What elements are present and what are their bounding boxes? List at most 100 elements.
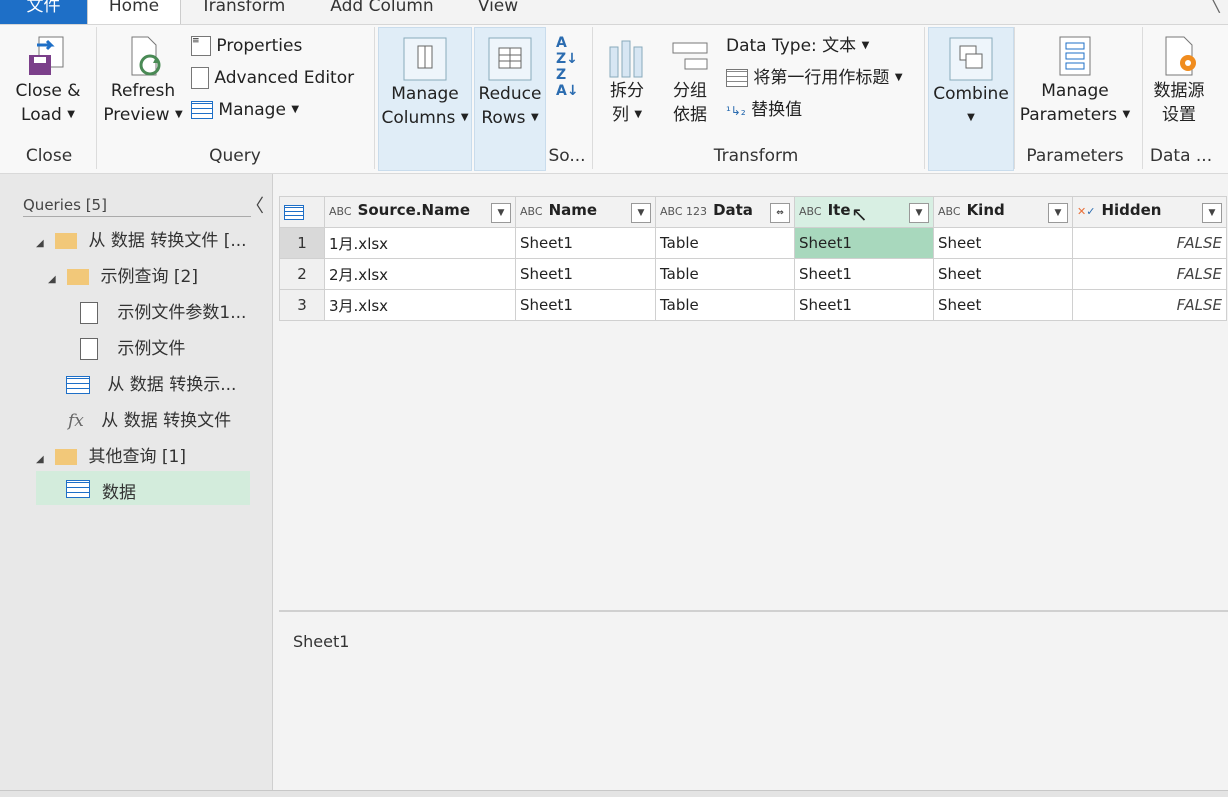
reduce-rows-button[interactable]: Reduce Rows ▼ bbox=[474, 27, 546, 171]
use-first-row-headers-label: 将第一行用作标题 bbox=[753, 68, 890, 88]
combine-button[interactable]: Combine ▼ bbox=[928, 27, 1014, 171]
table-cell[interactable]: Sheet1 bbox=[794, 258, 934, 290]
query-sample-file-parameter[interactable]: 示例文件参数1... bbox=[80, 298, 246, 324]
sort-descending-icon[interactable]: Z A↓ bbox=[556, 67, 579, 99]
query-folder-transform-file[interactable]: ◢ 从 数据 转换文件 [... bbox=[36, 226, 247, 251]
chevron-down-icon: ▼ bbox=[1122, 109, 1131, 120]
filter-dropdown-icon[interactable]: ▼ bbox=[1048, 203, 1068, 223]
table-cell[interactable]: 3月.xlsx bbox=[324, 289, 516, 321]
properties-button[interactable]: ≡ Properties bbox=[191, 35, 302, 57]
data-type-dropdown[interactable]: Data Type: 文本 ▼ bbox=[726, 35, 869, 57]
query-label: 其他查询 [1] bbox=[88, 447, 186, 467]
query-folder-other[interactable]: ◢ 其他查询 [1] bbox=[36, 442, 186, 467]
replace-values-label: 替换值 bbox=[751, 100, 803, 120]
query-label: 从 数据 转换示... bbox=[107, 375, 237, 395]
group-label-data: Data ... bbox=[1149, 146, 1213, 166]
row-number[interactable]: 1 bbox=[279, 227, 325, 259]
filter-dropdown-icon[interactable]: ▼ bbox=[631, 203, 651, 223]
column-header-label: Data bbox=[713, 201, 753, 219]
replace-values-button[interactable]: ¹↳₂ 替换值 bbox=[726, 99, 802, 122]
text-type-icon: ABC bbox=[799, 205, 822, 218]
collapse-pane-icon[interactable]: 〈 bbox=[246, 192, 264, 218]
table-cell-selected[interactable]: Sheet1 bbox=[794, 227, 934, 259]
filter-dropdown-icon[interactable]: ▼ bbox=[1202, 203, 1222, 223]
text-type-icon: ABC bbox=[329, 205, 352, 218]
tab-add-column[interactable]: Add Column bbox=[320, 0, 444, 24]
query-data-selected[interactable]: 数据 bbox=[36, 471, 250, 505]
table-cell[interactable]: Sheet1 bbox=[794, 289, 934, 321]
close-load-label2: Load bbox=[21, 105, 62, 125]
table-cell[interactable]: 1月.xlsx bbox=[324, 227, 516, 259]
text-type-icon: ABC bbox=[520, 205, 543, 218]
refresh-label2: Preview bbox=[103, 105, 170, 125]
column-header[interactable]: ✕✓ Hidden ▼ bbox=[1072, 196, 1227, 228]
table-cell[interactable]: FALSE bbox=[1072, 227, 1227, 259]
table-cell[interactable]: Sheet1 bbox=[515, 227, 656, 259]
manage-columns-button[interactable]: Manage Columns ▼ bbox=[378, 27, 472, 171]
query-folder-sample[interactable]: ◢ 示例查询 [2] bbox=[48, 262, 198, 287]
table-cell[interactable]: Table bbox=[655, 227, 795, 259]
table-cell[interactable]: Sheet bbox=[933, 289, 1073, 321]
column-header[interactable]: ABC 123 Data ⇔ bbox=[655, 196, 795, 228]
replace-values-icon: ¹↳₂ bbox=[726, 104, 746, 118]
row-number[interactable]: 2 bbox=[279, 258, 325, 290]
filter-dropdown-icon[interactable]: ▼ bbox=[909, 203, 929, 223]
row-number[interactable]: 3 bbox=[279, 289, 325, 321]
filter-dropdown-icon[interactable]: ▼ bbox=[491, 203, 511, 223]
table-cell[interactable]: Table bbox=[655, 258, 795, 290]
group-label-query: Query bbox=[209, 146, 261, 166]
tab-view[interactable]: View bbox=[470, 0, 526, 24]
use-first-row-headers-button[interactable]: 将第一行用作标题 ▼ bbox=[726, 67, 903, 89]
table-cell[interactable]: FALSE bbox=[1072, 258, 1227, 290]
text-type-icon: ABC bbox=[938, 205, 961, 218]
query-transform-file-function[interactable]: fx 从 数据 转换文件 bbox=[68, 406, 231, 431]
column-header-label: Kind bbox=[966, 201, 1005, 219]
table-cell[interactable]: 2月.xlsx bbox=[324, 258, 516, 290]
chevron-down-icon: ▼ bbox=[530, 112, 539, 123]
query-sample-file[interactable]: 示例文件 bbox=[80, 334, 185, 360]
column-header[interactable]: ABC Source.Name ▼ bbox=[324, 196, 516, 228]
expand-caret-icon[interactable]: ◢ bbox=[48, 274, 56, 285]
sort-ascending-icon[interactable]: A Z↓ bbox=[556, 35, 578, 67]
queries-header: Queries [5] bbox=[23, 196, 251, 217]
query-label: 从 数据 转换文件 [... bbox=[88, 231, 247, 251]
group-by-button[interactable]: 分组 依据 bbox=[662, 25, 718, 127]
data-source-settings-button[interactable]: 数据源 设置 bbox=[1146, 25, 1212, 127]
refresh-icon bbox=[131, 36, 161, 76]
cell-preview-pane: Sheet1 bbox=[279, 610, 1228, 792]
query-transform-sample[interactable]: 从 数据 转换示... bbox=[66, 370, 236, 395]
tab-file[interactable]: 文件 bbox=[0, 0, 87, 24]
ribbon: Close & Load ▼ Close Refresh Preview ▼ ≡… bbox=[0, 25, 1228, 174]
group-label-transform: Transform bbox=[713, 146, 799, 166]
tab-home[interactable]: Home bbox=[87, 0, 181, 24]
refresh-preview-button[interactable]: Refresh Preview ▼ bbox=[102, 25, 184, 127]
table-cell[interactable]: Sheet bbox=[933, 258, 1073, 290]
group-by-icon bbox=[672, 42, 708, 70]
advanced-editor-button[interactable]: Advanced Editor bbox=[191, 67, 354, 89]
table-cell[interactable]: Table bbox=[655, 289, 795, 321]
parameters-icon bbox=[1059, 36, 1091, 76]
query-label: 从 数据 转换文件 bbox=[101, 411, 232, 431]
close-load-button[interactable]: Close & Load ▼ bbox=[8, 25, 88, 127]
split-column-button[interactable]: 拆分 列 ▼ bbox=[600, 25, 654, 127]
table-menu-button[interactable] bbox=[279, 196, 325, 228]
expand-caret-icon[interactable]: ◢ bbox=[36, 238, 44, 249]
queries-pane: Queries [5] 〈 ◢ 从 数据 转换文件 [... ◢ 示例查询 [2… bbox=[0, 174, 273, 790]
table-cell[interactable]: FALSE bbox=[1072, 289, 1227, 321]
close-icon[interactable]: ╲ bbox=[1210, 0, 1220, 13]
table-cell[interactable]: Sheet bbox=[933, 227, 1073, 259]
expand-caret-icon[interactable]: ◢ bbox=[36, 454, 44, 465]
tab-transform[interactable]: Transform bbox=[196, 0, 290, 24]
query-label: 数据 bbox=[102, 483, 136, 503]
reduce-rows-icon bbox=[488, 37, 532, 81]
column-header[interactable]: ABC Name ▼ bbox=[515, 196, 656, 228]
table-cell[interactable]: Sheet1 bbox=[515, 258, 656, 290]
group-label-sort: So... bbox=[548, 146, 586, 166]
table-icon bbox=[191, 101, 213, 119]
manage-button[interactable]: Manage ▼ bbox=[191, 99, 299, 121]
expand-column-icon[interactable]: ⇔ bbox=[770, 203, 790, 223]
manage-parameters-button[interactable]: Manage Parameters ▼ bbox=[1018, 25, 1132, 127]
column-header[interactable]: ABC Kind ▼ bbox=[933, 196, 1073, 228]
table-row: 3 3月.xlsx Sheet1 Table Sheet1 Sheet FALS… bbox=[279, 289, 1227, 321]
table-cell[interactable]: Sheet1 bbox=[515, 289, 656, 321]
